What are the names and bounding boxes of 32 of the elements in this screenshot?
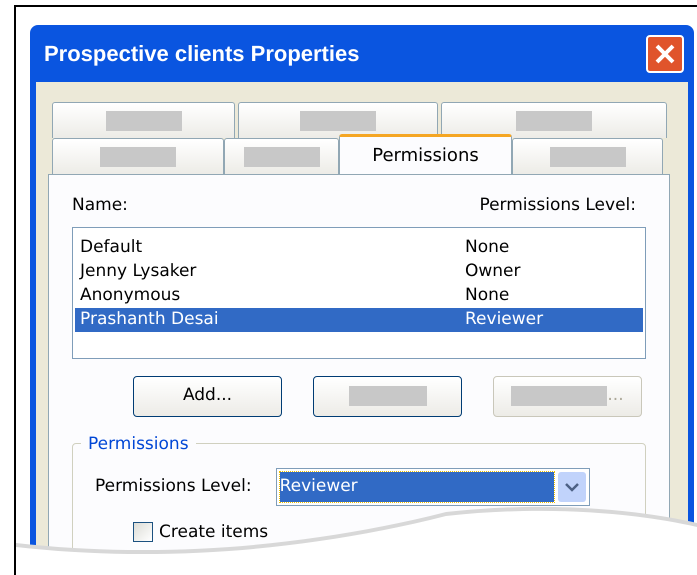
column-header: Permissions Level:: [479, 194, 636, 217]
checkbox-label: Create items: [159, 520, 268, 544]
user-name: Prashanth Desai: [80, 311, 220, 328]
field-label: Permissions Level:: [95, 474, 252, 498]
tab[interactable]: [52, 102, 235, 138]
dialog-button[interactable]: [313, 376, 462, 416]
permission-level-dropdown[interactable]: Reviewer: [276, 468, 590, 506]
close-button[interactable]: [646, 34, 684, 72]
list-row[interactable]: Anonymous None: [75, 284, 643, 308]
user-name: Default: [80, 239, 144, 256]
list-row[interactable]: Prashanth Desai Reviewer: [75, 308, 643, 332]
checkbox[interactable]: [133, 522, 153, 542]
tab[interactable]: [238, 102, 438, 138]
tab[interactable]: [52, 138, 224, 174]
chevron-down-icon: [558, 472, 586, 502]
dialog-button[interactable]: Add...: [133, 376, 282, 416]
list-row[interactable]: Default None: [75, 236, 643, 260]
permission-level: Reviewer: [465, 311, 544, 328]
window-title: Prospective clients Properties: [44, 40, 360, 68]
tab[interactable]: Permissions: [339, 134, 512, 174]
permission-level: Owner: [465, 263, 521, 280]
permission-level: None: [465, 239, 510, 256]
dropdown-value: Reviewer: [280, 472, 554, 502]
tab[interactable]: [441, 102, 667, 138]
tab[interactable]: [224, 138, 339, 174]
user-name: Jenny Lysaker: [80, 263, 198, 280]
column-header: Name:: [72, 194, 128, 217]
tab[interactable]: [512, 138, 663, 174]
permission-level: None: [465, 287, 510, 304]
list-row[interactable]: Jenny Lysaker Owner: [75, 260, 643, 284]
user-name: Anonymous: [80, 287, 182, 304]
close-icon: [654, 42, 676, 64]
